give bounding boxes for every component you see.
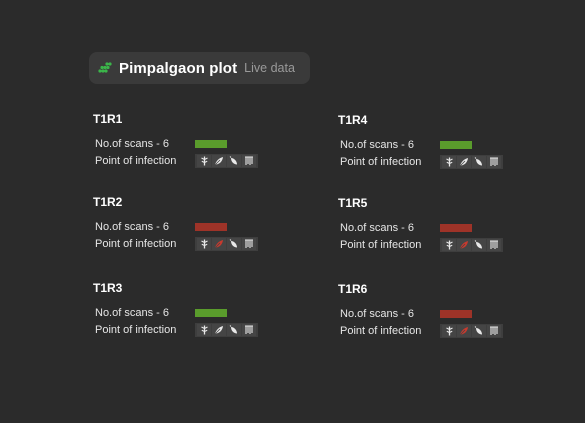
infection-label: Point of infection bbox=[340, 325, 422, 337]
scans-label: No.of scans - 6 bbox=[95, 307, 169, 319]
fruit-icon bbox=[227, 155, 241, 167]
fruit-icon bbox=[472, 156, 486, 168]
infection-label: Point of infection bbox=[95, 324, 177, 336]
scans-label: No.of scans - 6 bbox=[340, 139, 414, 151]
scans-row: No.of scans - 6 bbox=[340, 139, 472, 151]
infection-row: Point of infection bbox=[95, 323, 258, 337]
infection-label: Point of infection bbox=[95, 155, 177, 167]
scans-label: No.of scans - 6 bbox=[340, 222, 414, 234]
stem-icon bbox=[442, 156, 456, 168]
root-icon bbox=[487, 325, 501, 337]
status-bar bbox=[440, 310, 472, 318]
plot-card[interactable]: T1R5 No.of scans - 6 Point of infection bbox=[338, 196, 538, 252]
infection-icons bbox=[195, 154, 258, 168]
scans-row: No.of scans - 6 bbox=[340, 308, 472, 320]
leaf-icon bbox=[212, 155, 226, 167]
stem-icon bbox=[197, 155, 211, 167]
plot-name: T1R5 bbox=[338, 196, 368, 210]
plot-header: Pimpalgaon plot Live data bbox=[89, 52, 310, 84]
plot-card[interactable]: T1R1 No.of scans - 6 Point of infection bbox=[93, 112, 293, 168]
leaf-icon bbox=[457, 239, 471, 251]
status-bar bbox=[440, 224, 472, 232]
leaf-cluster-icon bbox=[97, 61, 113, 75]
plot-name: T1R6 bbox=[338, 282, 368, 296]
plot-card[interactable]: T1R3 No.of scans - 6 Point of infection bbox=[93, 281, 293, 337]
infection-row: Point of infection bbox=[95, 154, 258, 168]
plot-name: T1R4 bbox=[338, 113, 368, 127]
status-bar bbox=[195, 309, 227, 317]
leaf-icon bbox=[212, 324, 226, 336]
leaf-icon bbox=[457, 325, 471, 337]
root-icon bbox=[242, 238, 256, 250]
status-bar bbox=[440, 141, 472, 149]
plot-card[interactable]: T1R4 No.of scans - 6 Point of infection bbox=[338, 113, 538, 169]
stem-icon bbox=[442, 325, 456, 337]
status-bar bbox=[195, 223, 227, 231]
root-icon bbox=[242, 324, 256, 336]
infection-icons bbox=[195, 237, 258, 251]
scans-row: No.of scans - 6 bbox=[95, 221, 227, 233]
scans-label: No.of scans - 6 bbox=[95, 138, 169, 150]
leaf-icon bbox=[457, 156, 471, 168]
status-bar bbox=[195, 140, 227, 148]
infection-row: Point of infection bbox=[95, 237, 258, 251]
infection-row: Point of infection bbox=[340, 238, 503, 252]
root-icon bbox=[487, 239, 501, 251]
infection-row: Point of infection bbox=[340, 324, 503, 338]
stem-icon bbox=[442, 239, 456, 251]
scans-label: No.of scans - 6 bbox=[95, 221, 169, 233]
infection-row: Point of infection bbox=[340, 155, 503, 169]
infection-icons bbox=[440, 155, 503, 169]
plot-card[interactable]: T1R6 No.of scans - 6 Point of infection bbox=[338, 282, 538, 338]
page-title: Pimpalgaon plot bbox=[119, 59, 238, 77]
infection-label: Point of infection bbox=[340, 239, 422, 251]
stem-icon bbox=[197, 324, 211, 336]
fruit-icon bbox=[227, 238, 241, 250]
infection-icons bbox=[440, 324, 503, 338]
scans-row: No.of scans - 6 bbox=[95, 138, 227, 150]
scans-label: No.of scans - 6 bbox=[340, 308, 414, 320]
plot-name: T1R2 bbox=[93, 195, 123, 209]
live-status: Live data bbox=[244, 61, 295, 75]
infection-icons bbox=[440, 238, 503, 252]
infection-label: Point of infection bbox=[95, 238, 177, 250]
scans-row: No.of scans - 6 bbox=[340, 222, 472, 234]
scans-row: No.of scans - 6 bbox=[95, 307, 227, 319]
plot-card[interactable]: T1R2 No.of scans - 6 Point of infection bbox=[93, 195, 293, 251]
fruit-icon bbox=[472, 239, 486, 251]
root-icon bbox=[242, 155, 256, 167]
leaf-icon bbox=[212, 238, 226, 250]
root-icon bbox=[487, 156, 501, 168]
plot-name: T1R3 bbox=[93, 281, 123, 295]
stem-icon bbox=[197, 238, 211, 250]
infection-icons bbox=[195, 323, 258, 337]
plot-name: T1R1 bbox=[93, 112, 123, 126]
infection-label: Point of infection bbox=[340, 156, 422, 168]
fruit-icon bbox=[227, 324, 241, 336]
fruit-icon bbox=[472, 325, 486, 337]
